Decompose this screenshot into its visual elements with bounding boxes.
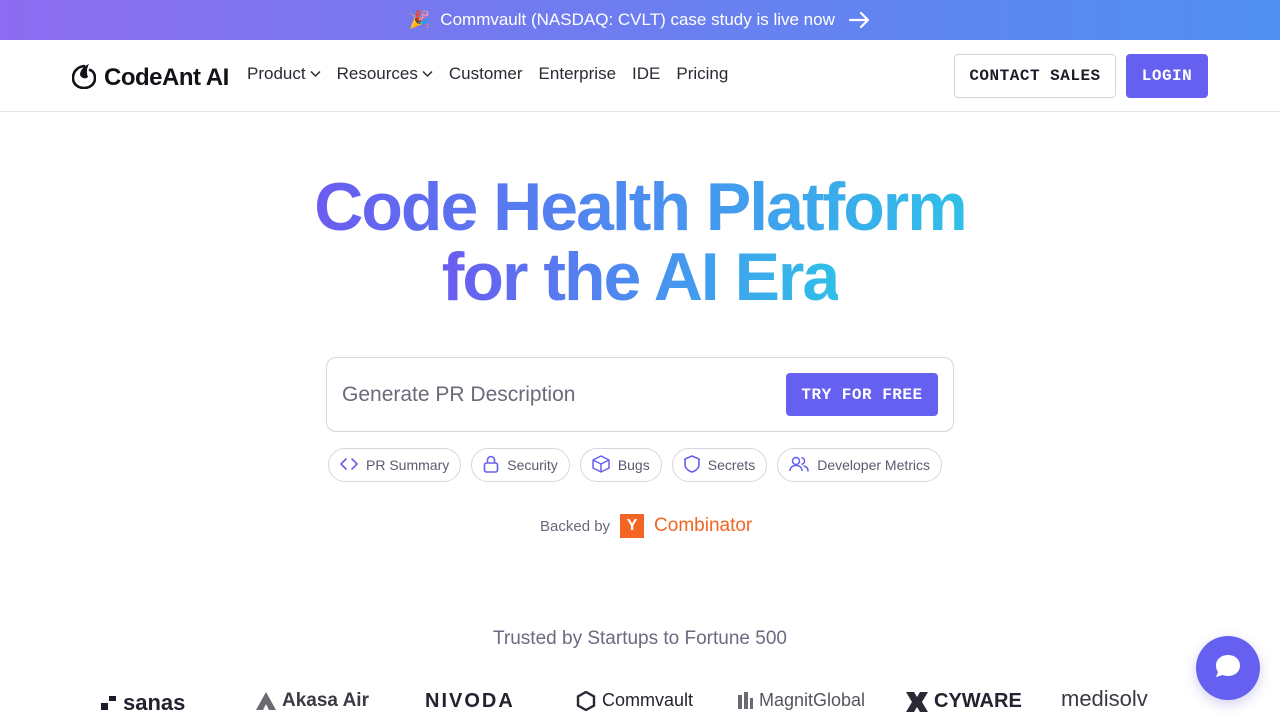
y-combinator-name: Combinator [654,515,753,536]
hero-title: Code Health Platform for the AI Era [0,172,1280,312]
backed-by-label: Backed by [540,517,611,535]
login-button[interactable]: LOGIN [1126,54,1208,98]
akasa-air-mark-icon [256,692,276,710]
sanas-mark-icon [101,696,116,710]
prompt-box: TRY FOR FREE [326,357,954,432]
hero-title-line-2: for the AI Era [441,239,840,315]
chip-bugs[interactable]: Bugs [579,448,662,482]
announcement-text: Commvault (NASDAQ: CVLT) case study is l… [440,10,835,29]
nav-resources[interactable]: Resources [337,64,433,84]
try-for-free-button[interactable]: TRY FOR FREE [786,373,938,416]
users-icon [789,456,809,475]
nav-label: Resources [336,64,418,83]
chip-developer-metrics[interactable]: Developer Metrics [777,448,943,482]
nav-pricing[interactable]: Pricing [676,64,728,84]
lock-icon [483,455,499,476]
nav-label: Product [247,64,306,83]
chip-label: Security [507,457,558,473]
main-menu: Product Resources Customer Enterprise ID… [247,64,728,84]
brand-name: CodeAnt AI [104,63,229,91]
chip-label: Bugs [617,457,650,473]
sanas-logo: sanas [101,690,185,716]
top-navigation: CodeAnt AI Product Resources Customer En… [0,40,1280,112]
commvault-logo: Commvault [576,690,693,711]
announcement-bar[interactable]: 🎉 Commvault (NASDAQ: CVLT) case study is… [0,0,1280,40]
magnit-mark-icon [738,691,753,709]
chip-label: PR Summary [366,457,450,473]
chevron-down-icon [310,70,321,78]
medisolv-logo: medisolv [1061,686,1148,711]
bug-cube-icon [592,454,610,476]
nav-enterprise[interactable]: Enterprise [539,64,616,84]
nav-product[interactable]: Product [247,64,321,84]
chip-label: Developer Metrics [817,457,931,473]
chip-label: Secrets [707,457,756,473]
nav-customer[interactable]: Customer [449,64,523,84]
party-emoji: 🎉 [409,10,431,29]
nav-label: Customer [448,64,523,83]
nav-ide[interactable]: IDE [632,64,660,84]
nivoda-logo: NIVODA [425,690,515,712]
code-icon [340,457,358,474]
magnit-global-logo: MagnitGlobal [737,690,865,711]
brand-logo[interactable]: CodeAnt AI [71,61,229,94]
chip-security[interactable]: Security [471,448,570,482]
backed-by: Backed by Y Combinator [540,514,752,538]
nav-label: IDE [632,64,661,83]
y-combinator-logo-icon: Y [620,514,645,538]
shield-icon [683,454,700,476]
feature-chips: PR Summary Security Bugs Secrets Develop… [328,448,943,482]
chat-widget-button[interactable] [1196,636,1260,700]
contact-sales-button[interactable]: CONTACT SALES [954,54,1116,98]
akasa-air-logo: Akasa Air [256,690,369,712]
cyware-mark-icon [906,691,928,712]
nav-label: Enterprise [538,64,617,83]
nav-label: Pricing [676,64,729,83]
chat-bubble-icon [1215,654,1241,683]
customer-logos: sanas Akasa Air NIVODA Commvault MagnitG… [0,680,1280,720]
chip-pr-summary[interactable]: PR Summary [328,448,462,482]
cyware-logo: CYWARE [906,690,1022,713]
chevron-down-icon [422,70,433,78]
hero-title-line-1: Code Health Platform [314,169,967,245]
arrow-right-icon [848,12,871,28]
trusted-by-heading: Trusted by Startups to Fortune 500 [493,628,787,649]
commvault-mark-icon [576,690,596,711]
chip-secrets[interactable]: Secrets [671,448,768,482]
codeant-logo-icon [71,61,97,94]
prompt-input[interactable] [342,380,772,410]
